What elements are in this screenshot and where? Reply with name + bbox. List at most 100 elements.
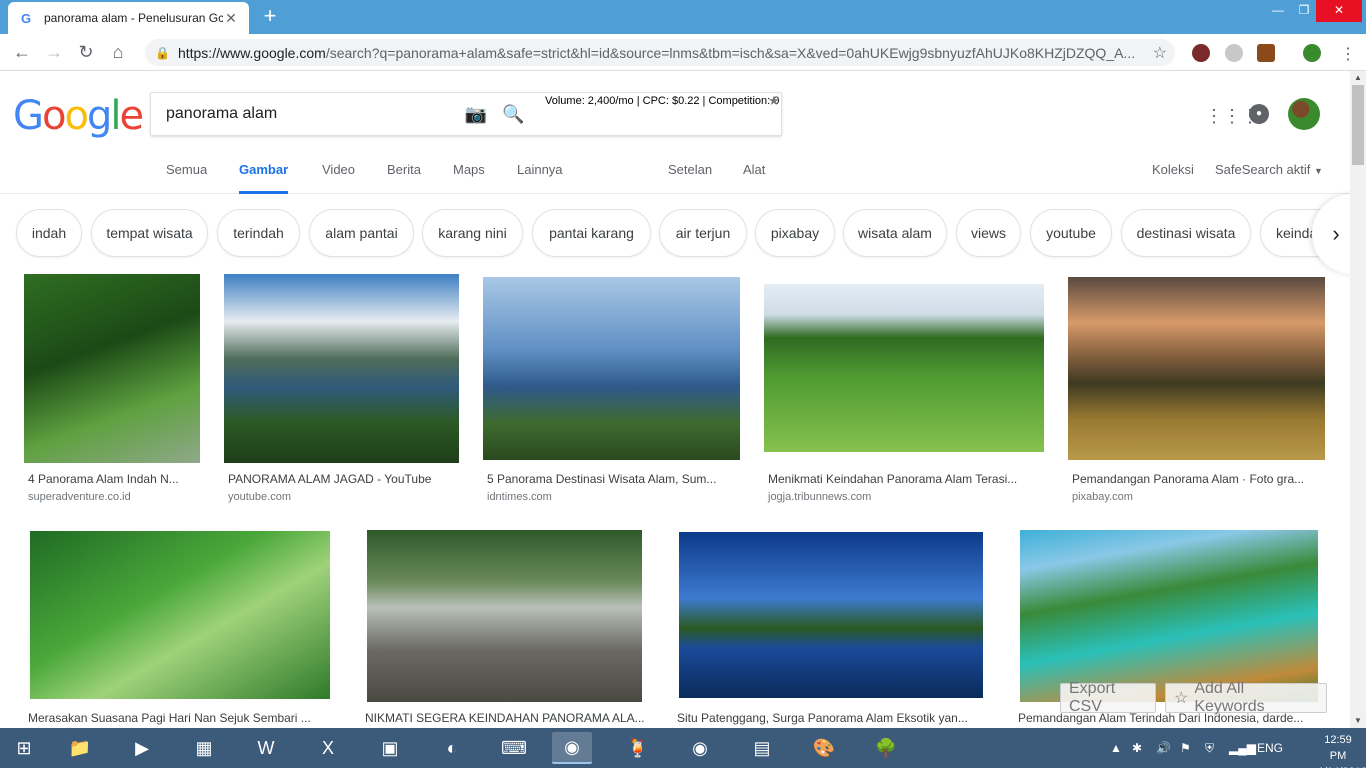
- address-bar[interactable]: 🔒 https://www.google.com/search?q=panora…: [145, 39, 1175, 66]
- window-close-icon[interactable]: ✕: [1316, 0, 1362, 22]
- keyboard-app-icon[interactable]: ⌨: [494, 732, 534, 764]
- keyword-star-icon[interactable]: ★: [768, 93, 780, 109]
- result-title[interactable]: PANORAMA ALAM JAGAD - YouTube: [228, 472, 458, 486]
- tab-semua[interactable]: Semua: [166, 162, 207, 194]
- extension-cloud-icon[interactable]: [1225, 44, 1243, 62]
- tray-network-app-icon[interactable]: ✱: [1132, 728, 1142, 768]
- result-title[interactable]: Pemandangan Panorama Alam · Foto gra...: [1072, 472, 1322, 486]
- chip-views[interactable]: views: [956, 209, 1021, 257]
- excel-icon[interactable]: X: [308, 732, 348, 764]
- chip-terindah[interactable]: terindah: [217, 209, 300, 257]
- result-title[interactable]: Situ Patenggang, Surga Panorama Alam Eks…: [677, 711, 985, 725]
- back-icon[interactable]: ←: [6, 36, 38, 68]
- chip-air-terjun[interactable]: air terjun: [659, 209, 747, 257]
- search-icon[interactable]: 🔍: [502, 104, 526, 125]
- tray-arrow-icon[interactable]: ▲: [1110, 728, 1122, 768]
- profile-avatar-icon[interactable]: [1303, 44, 1321, 62]
- result-image[interactable]: [483, 277, 740, 460]
- add-all-keywords-button[interactable]: ☆ Add All Keywords: [1165, 680, 1327, 715]
- forward-icon[interactable]: →: [38, 36, 70, 68]
- google-logo[interactable]: Google: [13, 93, 144, 139]
- result-image[interactable]: [1068, 277, 1325, 460]
- chip-youtube[interactable]: youtube: [1030, 209, 1112, 257]
- language-indicator[interactable]: ENG: [1257, 728, 1283, 768]
- word-icon[interactable]: W: [246, 732, 286, 764]
- scroll-up-icon[interactable]: ▲: [1350, 71, 1366, 85]
- browser-tab[interactable]: G panorama alam - Penelusuran Gc ✕: [8, 2, 249, 34]
- new-tab-button[interactable]: +: [258, 5, 282, 28]
- result-image[interactable]: [224, 274, 459, 463]
- tab-lainnya[interactable]: Lainnya: [517, 162, 563, 194]
- result-image[interactable]: [24, 274, 200, 463]
- reload-icon[interactable]: ↻: [70, 36, 102, 68]
- chip-destinasi-wisata[interactable]: destinasi wisata: [1121, 209, 1251, 257]
- clock[interactable]: 12:59 PM 1/14/2019: [1318, 732, 1366, 780]
- result-image[interactable]: [367, 530, 642, 702]
- windows-start-icon[interactable]: ⊞: [4, 732, 44, 764]
- tab-video[interactable]: Video: [322, 162, 355, 194]
- scroll-down-icon[interactable]: ▼: [1350, 714, 1366, 728]
- tools-link[interactable]: Alat: [743, 162, 765, 194]
- chip-pantai-karang[interactable]: pantai karang: [532, 209, 651, 257]
- result-title[interactable]: NIKMATI SEGERA KEINDAHAN PANORAMA ALA...: [365, 711, 645, 725]
- video-editor-icon[interactable]: ▣: [370, 732, 410, 764]
- scrollbar-thumb[interactable]: [1352, 85, 1364, 165]
- result-source: idntimes.com: [487, 491, 552, 503]
- chip-indah[interactable]: indah: [16, 209, 82, 257]
- result-title[interactable]: Merasakan Suasana Pagi Hari Nan Sejuk Se…: [28, 711, 330, 725]
- caret-down-icon: ▼: [1314, 166, 1323, 176]
- result-title[interactable]: 4 Panorama Alam Indah N...: [28, 472, 198, 486]
- paint-icon[interactable]: 🎨: [804, 732, 844, 764]
- tab-maps[interactable]: Maps: [453, 162, 485, 194]
- notifications-icon[interactable]: ●: [1249, 104, 1269, 124]
- result-title[interactable]: 5 Panorama Destinasi Wisata Alam, Sum...: [487, 472, 739, 486]
- wifi-signal-icon[interactable]: ▂▄▆: [1229, 728, 1256, 768]
- chip-tempat-wisata[interactable]: tempat wisata: [91, 209, 208, 257]
- account-avatar[interactable]: [1288, 98, 1320, 130]
- collections-link[interactable]: Koleksi: [1152, 162, 1194, 194]
- chip-pixabay[interactable]: pixabay: [755, 209, 835, 257]
- result-image[interactable]: [1020, 530, 1318, 702]
- browser-alt-icon[interactable]: ◐: [432, 732, 472, 764]
- chip-karang-nini[interactable]: karang nini: [422, 209, 523, 257]
- tab-title: panorama alam - Penelusuran Gc: [44, 11, 223, 25]
- result-source: pixabay.com: [1072, 491, 1133, 503]
- tab-close-icon[interactable]: ✕: [223, 10, 239, 27]
- game-app-icon[interactable]: 🍹: [618, 732, 658, 764]
- safesearch-toggle[interactable]: SafeSearch aktif ▼: [1215, 162, 1323, 194]
- restore-icon[interactable]: ❐: [1290, 0, 1318, 22]
- camera-search-icon[interactable]: 📷: [464, 104, 488, 125]
- minimize-icon[interactable]: —: [1264, 0, 1292, 22]
- media-player-icon[interactable]: ▶: [122, 732, 162, 764]
- chrome-menu-icon[interactable]: ⋮: [1340, 44, 1356, 64]
- home-icon[interactable]: ⌂: [102, 36, 134, 68]
- extension-app-icon[interactable]: [1257, 44, 1275, 62]
- result-image[interactable]: [764, 284, 1044, 452]
- bookmark-star-icon[interactable]: ☆: [1153, 43, 1167, 63]
- tab-berita[interactable]: Berita: [387, 162, 421, 194]
- calendar-app-icon[interactable]: ▦: [184, 732, 224, 764]
- flag-icon[interactable]: ⚑: [1180, 728, 1191, 768]
- url-path: /search?q=panorama+alam&safe=strict&hl=i…: [325, 44, 1136, 61]
- security-shield-icon[interactable]: ⛨: [1205, 728, 1214, 768]
- tab-gambar[interactable]: Gambar: [239, 162, 289, 194]
- image-viewer-icon[interactable]: 🌳: [866, 732, 906, 764]
- related-searches: indah tempat wisata terindah alam pantai…: [0, 209, 1350, 259]
- chip-wisata-alam[interactable]: wisata alam: [843, 209, 947, 257]
- browser-toolbar: ← → ↻ ⌂ 🔒 https://www.google.com/search?…: [0, 34, 1366, 71]
- export-csv-button[interactable]: Export CSV: [1060, 680, 1156, 715]
- file-explorer-icon[interactable]: 📁: [60, 732, 100, 764]
- result-image[interactable]: [679, 532, 983, 698]
- volume-icon[interactable]: 🔊: [1156, 728, 1171, 768]
- lock-icon: 🔒: [155, 45, 170, 60]
- chip-alam-pantai[interactable]: alam pantai: [309, 209, 414, 257]
- chrome-second-icon[interactable]: ◉: [680, 732, 720, 764]
- notes-app-icon[interactable]: ▤: [742, 732, 782, 764]
- extension-k-icon[interactable]: [1192, 44, 1210, 62]
- settings-link[interactable]: Setelan: [668, 162, 712, 194]
- chrome-taskbar-icon[interactable]: ◉: [552, 732, 592, 764]
- page-scrollbar[interactable]: ▲ ▼: [1350, 71, 1366, 728]
- safesearch-label: SafeSearch aktif: [1215, 162, 1311, 177]
- result-image[interactable]: [30, 531, 330, 699]
- result-title[interactable]: Menikmati Keindahan Panorama Alam Terasi…: [768, 472, 1038, 486]
